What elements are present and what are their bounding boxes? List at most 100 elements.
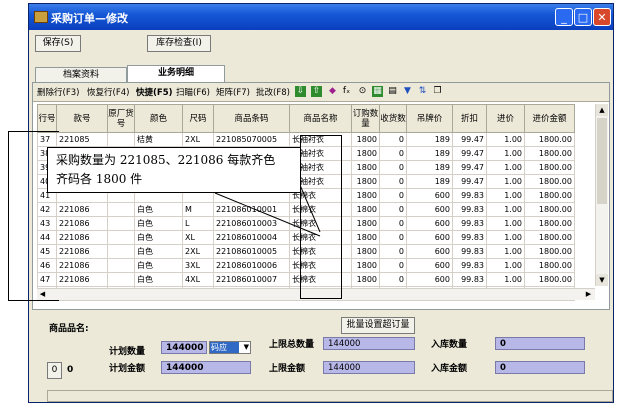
table-cell[interactable]: 1800.00: [524, 146, 575, 161]
header-cost-amount[interactable]: 进价金额: [524, 104, 575, 133]
table-cell[interactable]: 221086010004: [213, 230, 290, 245]
save-button[interactable]: 保存(S): [35, 35, 81, 52]
table-cell[interactable]: 600: [406, 272, 453, 287]
table-cell[interactable]: 1800: [351, 272, 380, 287]
table-cell[interactable]: 221086010007: [213, 272, 290, 287]
header-factory-no[interactable]: 原厂货号: [107, 104, 135, 133]
table-cell[interactable]: 189: [406, 160, 453, 175]
table-cell[interactable]: [107, 132, 135, 147]
table-cell[interactable]: 1800.00: [524, 216, 575, 231]
scroll-right-icon[interactable]: ▶: [583, 289, 594, 300]
table-cell[interactable]: 221086: [56, 202, 108, 217]
table-cell[interactable]: 0: [379, 174, 407, 189]
table-cell[interactable]: 1800: [351, 216, 380, 231]
table-cell[interactable]: 600: [406, 258, 453, 273]
table-cell[interactable]: [107, 230, 135, 245]
table-cell[interactable]: 0: [379, 272, 407, 287]
unit-select[interactable]: 码应 ▼: [209, 341, 251, 354]
table-cell[interactable]: 0: [379, 132, 407, 147]
tab-business-detail[interactable]: 业务明细: [127, 65, 225, 83]
table-cell[interactable]: 600: [406, 230, 453, 245]
table-cell[interactable]: M: [182, 202, 214, 217]
table-cell[interactable]: 0: [379, 244, 407, 259]
quick-button[interactable]: 快捷(F5): [136, 86, 173, 98]
sort-icon[interactable]: ⇅: [417, 86, 428, 97]
header-barcode[interactable]: 商品条码: [213, 104, 290, 133]
table-cell[interactable]: 白色: [134, 202, 183, 217]
table-cell[interactable]: 1800.00: [524, 230, 575, 245]
table-cell[interactable]: 600: [406, 202, 453, 217]
table-cell[interactable]: 3XL: [182, 258, 214, 273]
table-cell[interactable]: 99.83: [452, 188, 487, 203]
scroll-up-icon[interactable]: ▲: [596, 104, 608, 116]
minimize-icon[interactable]: _: [555, 8, 573, 26]
table-cell[interactable]: 白色: [134, 272, 183, 287]
table-cell[interactable]: 1.00: [486, 202, 525, 217]
table-cell[interactable]: 1800: [351, 230, 380, 245]
plan-amount-field[interactable]: 144000: [161, 361, 251, 374]
binoculars-icon[interactable]: ⊙: [357, 86, 368, 97]
table-cell[interactable]: 99.47: [452, 132, 487, 147]
table-cell[interactable]: 1.00: [486, 216, 525, 231]
tab-archive[interactable]: 档案资料: [35, 67, 127, 83]
table-cell[interactable]: [107, 258, 135, 273]
maximize-icon[interactable]: □: [574, 8, 592, 26]
table-cell[interactable]: 0: [379, 202, 407, 217]
header-order-qty[interactable]: 订购数量: [351, 104, 380, 133]
table-cell[interactable]: 99.83: [452, 202, 487, 217]
table-cell[interactable]: 221086: [56, 230, 108, 245]
table-cell[interactable]: [107, 272, 135, 287]
table-cell[interactable]: 0: [379, 258, 407, 273]
table-cell[interactable]: 99.47: [452, 174, 487, 189]
table-cell[interactable]: 1.00: [486, 160, 525, 175]
table-cell[interactable]: 1800: [351, 202, 380, 217]
table-cell[interactable]: 0: [379, 230, 407, 245]
cube-icon[interactable]: ◆: [327, 86, 338, 97]
table-cell[interactable]: 221086010006: [213, 258, 290, 273]
table-cell[interactable]: L: [182, 216, 214, 231]
batch-edit-button[interactable]: 批改(F8): [256, 86, 290, 98]
header-color[interactable]: 颜色: [134, 104, 183, 133]
header-product-name[interactable]: 商品名称: [289, 104, 352, 133]
table-cell[interactable]: 2XL: [182, 244, 214, 259]
table-cell[interactable]: 1800: [351, 160, 380, 175]
table-cell[interactable]: 0: [379, 146, 407, 161]
formula-icon[interactable]: fₓ: [341, 86, 352, 97]
table-cell[interactable]: 1.00: [486, 272, 525, 287]
table-cell[interactable]: 1800.00: [524, 202, 575, 217]
header-discount[interactable]: 折扣: [452, 104, 487, 133]
delete-row-button[interactable]: 删除行(F3): [37, 86, 79, 98]
filter-icon[interactable]: ▼: [402, 86, 413, 97]
in-stock-qty-field[interactable]: 0: [495, 337, 585, 350]
table-cell[interactable]: 1800: [351, 258, 380, 273]
matrix-button[interactable]: 矩阵(F7): [216, 86, 250, 98]
restore-row-button[interactable]: 恢复行(F4): [87, 86, 129, 98]
table-cell[interactable]: 189: [406, 132, 453, 147]
table-cell[interactable]: 221086: [56, 244, 108, 259]
batch-set-over-order-button[interactable]: 批量设置超订量: [341, 317, 415, 334]
table-cell[interactable]: 99.83: [452, 258, 487, 273]
excel-export-icon[interactable]: ⇧: [311, 86, 322, 97]
table-cell[interactable]: 1.00: [486, 132, 525, 147]
table-cell[interactable]: 白色: [134, 258, 183, 273]
table-cell[interactable]: 1800.00: [524, 132, 575, 147]
table-cell[interactable]: 221085070005: [213, 132, 290, 147]
zero-button[interactable]: 0: [47, 362, 62, 379]
table-cell[interactable]: 99.47: [452, 146, 487, 161]
table-cell[interactable]: 600: [406, 216, 453, 231]
table-cell[interactable]: 0: [379, 188, 407, 203]
upper-total-qty-field[interactable]: 144000: [323, 337, 415, 350]
table-cell[interactable]: 2XL: [182, 132, 214, 147]
table-cell[interactable]: 1.00: [486, 146, 525, 161]
table-cell[interactable]: 221086010001: [213, 202, 290, 217]
table-cell[interactable]: 1800: [351, 188, 380, 203]
table-cell[interactable]: 4XL: [182, 272, 214, 287]
table-cell[interactable]: 0: [379, 160, 407, 175]
header-size[interactable]: 尺码: [182, 104, 214, 133]
table-cell[interactable]: 221086010005: [213, 244, 290, 259]
plan-qty-field[interactable]: 144000: [161, 341, 207, 354]
table-cell[interactable]: 白色: [134, 244, 183, 259]
header-received-qty[interactable]: 收货数: [379, 104, 407, 133]
header-style-no[interactable]: 款号: [56, 104, 108, 133]
table-cell[interactable]: 189: [406, 174, 453, 189]
